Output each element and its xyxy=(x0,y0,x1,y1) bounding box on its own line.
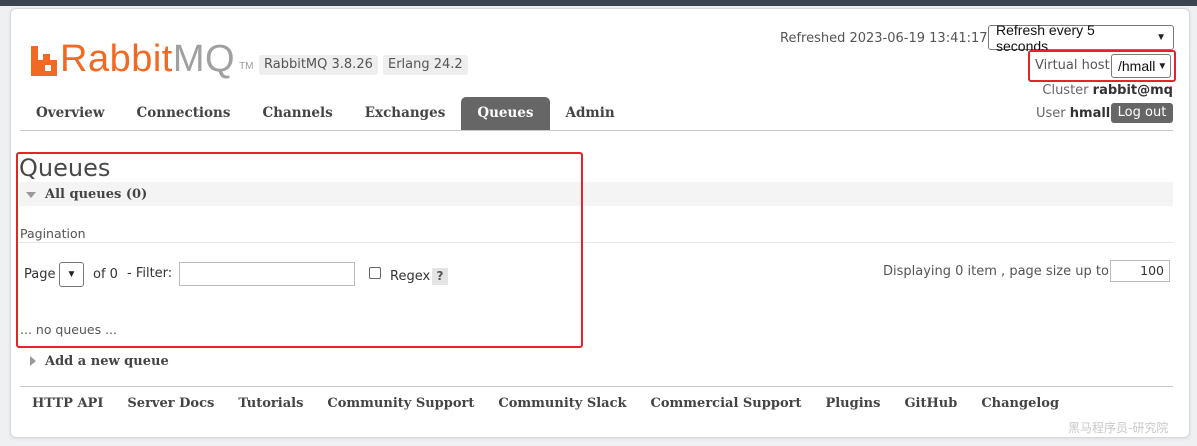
footer-link-community-support[interactable]: Community Support xyxy=(315,396,486,412)
tabs-divider xyxy=(20,130,1173,131)
cluster-name: rabbit@mq xyxy=(1092,83,1173,98)
tab-overview[interactable]: Overview xyxy=(20,97,121,130)
footer-link-changelog[interactable]: Changelog xyxy=(969,396,1071,412)
tab-connections[interactable]: Connections xyxy=(121,97,247,130)
footer-link-commercial-support[interactable]: Commercial Support xyxy=(639,396,814,412)
footer-link-community-slack[interactable]: Community Slack xyxy=(486,396,638,412)
footer-link-http-api[interactable]: HTTP API xyxy=(20,396,115,412)
rabbitmq-version-badge: RabbitMQ 3.8.26 xyxy=(259,55,378,75)
footer-link-github[interactable]: GitHub xyxy=(892,396,969,412)
page-size-input[interactable]: 100 xyxy=(1110,260,1170,282)
virtual-host-value: /hmall xyxy=(1118,58,1156,74)
refresh-interval-value: Refresh every 5 seconds xyxy=(996,21,1095,54)
logo-trademark: TM xyxy=(239,61,254,72)
chevron-down-icon: ▼ xyxy=(1156,32,1166,43)
displaying-count-text: Displaying 0 item , page size up to: xyxy=(883,264,1114,279)
footer-link-server-docs[interactable]: Server Docs xyxy=(115,396,226,412)
virtual-host-label: Virtual host xyxy=(1035,58,1110,73)
tab-admin[interactable]: Admin xyxy=(550,97,631,130)
erlang-version-badge: Erlang 24.2 xyxy=(383,55,468,75)
tab-exchanges[interactable]: Exchanges xyxy=(349,97,462,130)
footer-links: HTTP API Server Docs Tutorials Community… xyxy=(20,396,1071,412)
chevron-down-icon: ▼ xyxy=(1157,60,1168,72)
refresh-interval-select[interactable]: Refresh every 5 seconds ▼ xyxy=(988,22,1174,54)
window-top-bar xyxy=(0,0,1197,6)
rabbitmq-logo[interactable]: Rabbit MQ TM xyxy=(31,38,254,80)
logo-text-mq: MQ xyxy=(172,38,236,80)
footer-link-plugins[interactable]: Plugins xyxy=(813,396,892,412)
logo-text-rabbit: Rabbit xyxy=(60,38,173,80)
watermark: 黑马程序员-研究院 xyxy=(1068,421,1169,435)
user-info: User hmall xyxy=(1036,106,1110,121)
refreshed-timestamp: Refreshed 2023-06-19 13:41:17 xyxy=(780,31,988,46)
user-name: hmall xyxy=(1069,106,1111,121)
rabbitmq-logo-icon xyxy=(31,46,57,76)
add-queue-toggle[interactable]: Add a new queue xyxy=(45,354,169,369)
main-nav-tabs: Overview Connections Channels Exchanges … xyxy=(20,97,631,130)
tab-channels[interactable]: Channels xyxy=(246,97,348,130)
queues-highlight xyxy=(16,152,583,348)
cluster-label: Cluster xyxy=(1042,83,1089,98)
virtual-host-select[interactable]: /hmall ▼ xyxy=(1111,54,1171,78)
cluster-info: Cluster rabbit@mq xyxy=(1042,83,1173,98)
tab-queues[interactable]: Queues xyxy=(461,97,550,130)
logout-button[interactable]: Log out xyxy=(1111,103,1173,123)
user-label: User xyxy=(1036,106,1066,121)
footer-divider xyxy=(20,386,1173,387)
triangle-right-icon[interactable] xyxy=(30,356,36,366)
footer-link-tutorials[interactable]: Tutorials xyxy=(226,396,315,412)
